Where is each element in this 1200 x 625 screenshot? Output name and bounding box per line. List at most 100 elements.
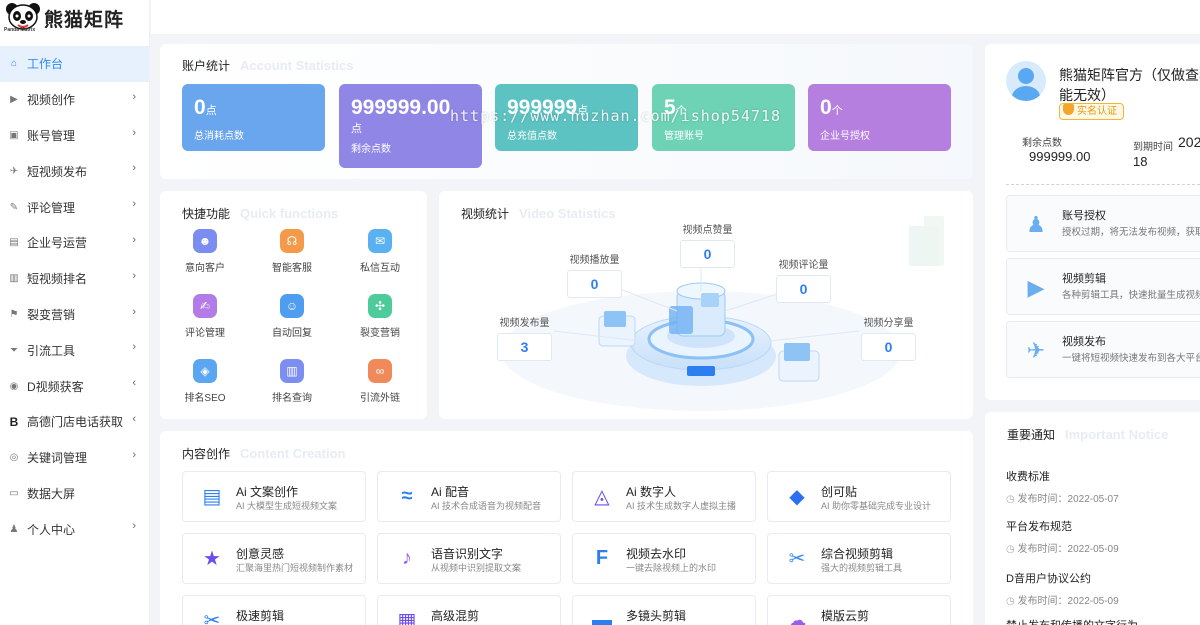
content-item-5[interactable]: ♪ 语音识别文字 从视频中识别提取文案 [377, 533, 561, 584]
stat-label: 剩余点数 [351, 144, 391, 155]
quick-item-label: 裂变营销 [360, 328, 400, 339]
content-item-3[interactable]: ◆ 创可贴 AI 助你零基础完成专业设计 [767, 471, 951, 522]
digital-human-icon: ◬ [594, 485, 610, 508]
sidebar-item-11[interactable]: ◎ 关键词管理 › [0, 440, 149, 476]
chevron-right-icon: › [132, 126, 136, 139]
title-cn: 快捷功能 [182, 207, 231, 221]
sidebar-item-12[interactable]: ▭ 数据大屏 [0, 476, 149, 512]
notice-time-text: 发布时间：2022-05-09 [1017, 596, 1119, 607]
sidebar-item-10[interactable]: B 高德门店电话获取 ‹ [0, 404, 149, 440]
service-item-1[interactable]: ▶ 视频剪辑 各种剪辑工具，快速批量生成视频 [1006, 258, 1200, 315]
content-item-10[interactable]: ▬ 多镜头剪辑 [572, 595, 756, 625]
logo[interactable]: 熊猫矩阵 Panda Matrix [0, 0, 149, 36]
clip-icon: ▶ [1027, 275, 1045, 300]
sidebar-item-0[interactable]: ⌂ 工作台 [0, 46, 149, 82]
sidebar-item-5[interactable]: ▤ 企业号运营 › [0, 225, 149, 261]
sidebar-item-4[interactable]: ✎ 评论管理 › [0, 189, 149, 225]
sidebar-item-2[interactable]: ▣ 账号管理 › [0, 118, 149, 154]
stat-card-0[interactable]: 0点 总消耗点数 [182, 84, 325, 151]
content-item-4[interactable]: ★ 创意灵感 汇聚海里热门短视频制作素材 [182, 533, 366, 584]
logo-subtitle: Panda Matrix [4, 27, 36, 33]
monitor-icon: ▤ [9, 237, 19, 249]
sidebar-item-label: 短视频排名 [27, 272, 88, 287]
content-item-2[interactable]: ◬ Ai 数字人 AI 技术生成数字人虚拟主播 [572, 471, 756, 522]
quick-item-label: 智能客服 [272, 263, 312, 274]
sidebar-item-8[interactable]: ⏷ 引流工具 › [0, 332, 149, 368]
video-stat-0: 视频点赞量 0 [680, 221, 735, 268]
sidebar-item-3[interactable]: ✈ 短视频发布 › [0, 153, 149, 189]
content-item-7[interactable]: ✂ 综合视频剪辑 强大的视频剪辑工具 [767, 533, 951, 584]
sidebar-item-1[interactable]: ▶ 视频创作 › [0, 82, 149, 118]
content-item-title: 创可贴 [821, 485, 858, 499]
sidebar-item-label: 账号管理 [27, 128, 76, 143]
quick-item-0[interactable]: ☻ 意向客户 [175, 229, 235, 274]
quick-item-4[interactable]: ☺ 自动回复 [262, 294, 322, 339]
send-icon: ✈ [9, 165, 19, 177]
video-stat-value: 0 [776, 275, 831, 303]
notice-time: ◷ 发布时间：2022-05-07 [1006, 490, 1119, 505]
quick-item-5[interactable]: ✣ 裂变营销 [350, 294, 410, 339]
home-icon: ⌂ [10, 58, 18, 70]
notice-item-3[interactable]: 禁止发布和传播的文字行为 [1006, 617, 1138, 625]
profile-name-line2: 能无效） [1059, 87, 1115, 103]
profile-avatar[interactable] [1006, 61, 1046, 101]
seo-icon: ◈ [193, 359, 217, 383]
network-icon: ✣ [368, 294, 392, 318]
content-item-9[interactable]: ▦ 高级混剪 [377, 595, 561, 625]
logo-text: 熊猫矩阵 [44, 8, 125, 31]
sidebar-item-label: 个人中心 [27, 522, 76, 537]
sidebar-item-label: 数据大屏 [27, 486, 76, 501]
quick-item-label: 自动回复 [272, 328, 312, 339]
sidebar-item-9[interactable]: ◉ D视频获客 ‹ [0, 368, 149, 404]
sidebar-item-label: D视频获客 [27, 379, 84, 394]
quick-item-6[interactable]: ◈ 排名SEO [175, 359, 235, 404]
service-item-0[interactable]: ♟ 账号授权 授权过期，将无法发布视频，获取 [1006, 195, 1200, 252]
video-stat-3: 视频发布量 3 [497, 314, 552, 361]
remaining-label: 剩余点数 [1022, 138, 1062, 149]
notice-time-text: 发布时间：2022-05-09 [1017, 544, 1119, 555]
sidebar-item-6[interactable]: ▥ 短视频排名 › [0, 261, 149, 297]
quick-item-3[interactable]: ✍ 评论管理 [175, 294, 235, 339]
sidebar-item-7[interactable]: ⚑ 裂变营销 › [0, 297, 149, 333]
video-stat-label: 视频分享量 [863, 318, 914, 329]
quick-item-1[interactable]: ☊ 智能客服 [262, 229, 322, 274]
stat-unit: 点 [205, 105, 217, 117]
notice-item-1[interactable]: 平台发布规范 ◷ 发布时间：2022-05-09 [1006, 518, 1119, 555]
content-item-8[interactable]: ✂ 极速剪辑 [182, 595, 366, 625]
stat-number: 999999.00 [351, 96, 451, 119]
quick-item-7[interactable]: ▥ 排名查询 [262, 359, 322, 404]
title-en: Quick functions [240, 206, 339, 221]
notice-item-0[interactable]: 收费标准 ◷ 发布时间：2022-05-07 [1006, 468, 1119, 505]
watermark-icon: F [595, 546, 609, 569]
quick-item-2[interactable]: ✉ 私信互动 [350, 229, 410, 274]
content-item-6[interactable]: F 视频去水印 一键去除视频上的水印 [572, 533, 756, 584]
sidebar-item-label: 工作台 [27, 57, 64, 72]
content-item-title: 创意灵感 [236, 547, 285, 561]
content-item-11[interactable]: ☁ 模版云剪 [767, 595, 951, 625]
user-icon: ♟ [9, 523, 19, 535]
chevron-right-icon: › [132, 162, 136, 175]
quick-item-8[interactable]: ∞ 引流外链 [350, 359, 410, 404]
video-stat-value: 3 [497, 333, 552, 361]
content-item-0[interactable]: ▤ Ai 文案创作 AI 大模型生成短视频文案 [182, 471, 366, 522]
content-item-1[interactable]: ≈ Ai 配音 AI 技术合成语音为视频配音 [377, 471, 561, 522]
quick-functions-title: 快捷功能 Quick functions [182, 205, 338, 222]
notice-item-2[interactable]: D音用户协议公约 ◷ 发布时间：2022-05-09 [1006, 570, 1119, 607]
auth-icon: ♟ [1026, 212, 1046, 237]
stat-card-1[interactable]: 999999.00 点剩余点数 [339, 84, 482, 168]
headset-icon: ☊ [280, 229, 304, 253]
sidebar-item-label: 评论管理 [27, 200, 76, 215]
quick-item-label: 意向客户 [185, 263, 225, 274]
video-icon: ▶ [10, 94, 18, 106]
paper-plane-icon: ✈ [1026, 338, 1046, 363]
funnel-icon: ⏷ [10, 344, 18, 356]
screen-icon: ▭ [9, 487, 19, 499]
stat-value: 0点 [194, 96, 313, 123]
sidebar-item-13[interactable]: ♟ 个人中心 › [0, 511, 149, 547]
scissors-icon: ✂ [788, 547, 806, 570]
stat-card-4[interactable]: 0个 企业号授权 [808, 84, 951, 151]
sidebar-item-label: 视频创作 [27, 93, 76, 108]
video-stat-label: 视频发布量 [499, 318, 550, 329]
service-item-2[interactable]: ✈ 视频发布 一键将短视频快速发布到各大平台 [1006, 321, 1200, 378]
content-item-desc: AI 大模型生成短视频文案 [236, 501, 338, 511]
